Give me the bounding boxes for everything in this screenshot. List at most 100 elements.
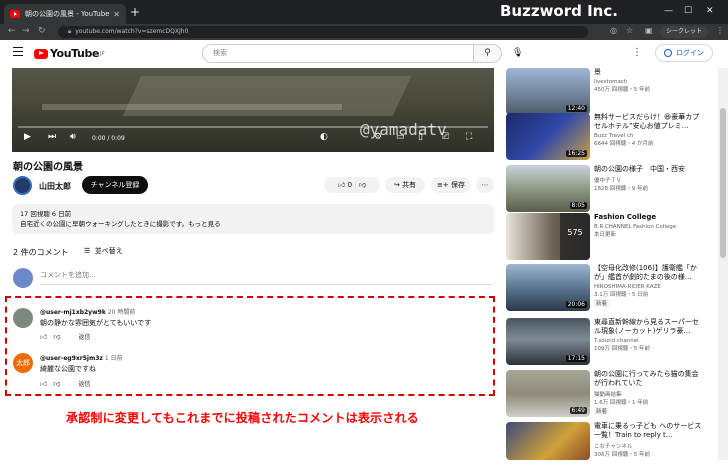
search-input[interactable]: 検索 — [202, 44, 474, 63]
autoplay-toggle-icon[interactable]: ◐ — [320, 132, 328, 142]
browser-tab[interactable]: 朝の公園の風景 - YouTube ✕ — [4, 4, 126, 24]
tab-bar: 朝の公園の風景 - YouTube ✕ + Buzzword Inc. — ☐ … — [0, 0, 728, 24]
share-button[interactable]: ↪ 共有 — [385, 177, 425, 193]
like-icon[interactable]: 👍︎ — [40, 332, 47, 341]
scrollbar-thumb[interactable] — [720, 108, 726, 258]
video-title[interactable]: 朝の公園の様子 中国・西安 — [594, 165, 702, 174]
video-frame-path — [122, 76, 412, 116]
microphone-icon[interactable]: 🎙︎ — [512, 48, 523, 58]
comment-author[interactable]: @user-mj1xb2yw9k 20 時間前 — [40, 307, 135, 316]
channel-name[interactable]: 山田太郎 — [39, 181, 71, 192]
comment-count: 2 件のコメント — [13, 248, 69, 257]
tab-close-icon[interactable]: ✕ — [113, 10, 120, 19]
channel-avatar[interactable] — [13, 176, 32, 195]
tab-title: 朝の公園の風景 - YouTube — [25, 10, 110, 18]
channel-name[interactable]: 優中子ＴＶ — [594, 176, 702, 184]
logo-text: YouTube — [50, 47, 100, 60]
video-title[interactable]: 電車に乗るっ子ども へのサービス一覧！Train to reply t… — [594, 422, 702, 440]
search-icon: ⚲ — [484, 48, 491, 58]
comment-author[interactable]: @user-eg9xr5jm3z 1 日前 — [40, 353, 123, 362]
search-button[interactable]: ⚲ — [474, 44, 502, 63]
subscribe-button[interactable]: チャンネル登録 — [82, 176, 148, 194]
related-video-item[interactable]: 電車に乗るっ子ども へのサービス一覧！Train to reply t… こなチ… — [506, 422, 702, 470]
star-icon[interactable]: ☆ — [626, 26, 633, 35]
video-duration: 17:15 — [565, 355, 587, 362]
playlist-thumbnail[interactable]: 575 — [506, 213, 590, 260]
next-icon[interactable]: ⏭ — [48, 132, 56, 142]
playlist-title[interactable]: Fashion College — [594, 213, 702, 222]
more-actions-button[interactable]: ⋯ — [476, 177, 494, 193]
reply-button[interactable]: 返信 — [78, 379, 90, 388]
forward-icon[interactable]: → — [22, 26, 30, 36]
lock-icon: 🔒︎ — [68, 28, 72, 35]
youtube-favicon-icon — [10, 10, 20, 18]
new-badge: 新着 — [594, 299, 610, 307]
video-thumbnail[interactable]: 12:40 — [506, 68, 590, 115]
video-player[interactable]: ▶ ⏭ 🔊︎ 0:00 / 0:09 ◐ ⚙ ▭ ▯ ⎚ ⛶ @yamadatv — [12, 68, 494, 152]
login-button[interactable]: ログイン — [655, 44, 713, 62]
comment-author-name: @user-mj1xb2yw9k — [40, 309, 106, 316]
video-title[interactable]: 東尋直新幹線から見るスーパーセル現象(ノーカット)ゲリラ豪… — [594, 318, 702, 336]
video-stats: 3.1万 回視聴・5 日前 — [594, 292, 649, 298]
video-thumbnail[interactable]: 17:15 — [506, 318, 590, 365]
comment-avatar[interactable] — [13, 308, 33, 328]
video-thumbnail[interactable]: 6:49 — [506, 370, 590, 417]
comment-text: 綺麗な公園ですね — [40, 365, 96, 373]
player-time: 0:00 / 0:09 — [92, 135, 125, 142]
dislike-icon[interactable]: 👎︎ — [53, 332, 60, 341]
video-title[interactable]: 無料サービスだらけ！😆豪華カプセルホテル”安心お値プレミ… — [594, 113, 702, 131]
comment-actions: 👍︎ 👎︎ 返信 — [40, 332, 90, 341]
channel-name[interactable]: こなチャンネル — [594, 442, 702, 450]
page-scrollbar[interactable] — [718, 68, 728, 460]
related-video-item[interactable]: 8:05 朝の公園の様子 中国・西安 優中子ＴＶ 1828 回視聴・9 年前 — [506, 165, 702, 213]
video-stats: 1.6万 回視聴・1 年前 — [594, 400, 649, 406]
video-duration: 20:06 — [565, 301, 587, 308]
related-playlist-item[interactable]: 575 Fashion College B.R.CHANNEL Fashion … — [506, 213, 702, 261]
minimize-icon[interactable]: — — [664, 6, 673, 16]
related-video-item[interactable]: 17:15 東尋直新幹線から見るスーパーセル現象(ノーカット)ゲリラ豪… T.s… — [506, 318, 702, 366]
like-icon[interactable]: 👍︎ — [40, 379, 47, 388]
window-close-icon[interactable]: ✕ — [706, 6, 714, 16]
comment-actions: 👍︎ 👎︎ 返信 — [40, 379, 90, 388]
video-thumbnail[interactable]: 20:06 — [506, 264, 590, 311]
video-thumbnail[interactable]: 16:25 — [506, 113, 590, 160]
video-title[interactable]: 景 — [594, 68, 702, 77]
volume-icon[interactable]: 🔊︎ — [70, 132, 76, 142]
sidepanel-icon[interactable]: ▣ — [645, 26, 653, 35]
related-video-item[interactable]: 12:40 景 livestomach 450万 回視聴・5 年前 — [506, 68, 702, 116]
new-tab-button[interactable]: + — [130, 5, 140, 19]
dislike-icon[interactable]: 👎︎ — [53, 379, 60, 388]
back-icon[interactable]: ← — [8, 26, 16, 36]
reload-icon[interactable]: ↻ — [38, 26, 46, 36]
incognito-badge[interactable]: シークレット — [660, 26, 709, 38]
channel-name[interactable]: 猫動画結集 — [594, 390, 702, 398]
youtube-logo[interactable]: YouTube JP — [34, 47, 105, 60]
related-video-item[interactable]: 6:49 朝の公園に行ってみたら猫の集会が行われていた 猫動画結集 1.6万 回… — [506, 370, 702, 418]
reply-button[interactable]: 返信 — [78, 332, 90, 341]
like-icon[interactable]: 👍︎ — [338, 181, 345, 189]
dislike-icon[interactable]: 👎︎ — [359, 181, 366, 189]
video-stats: 6644 回視聴・4 か月前 — [594, 141, 654, 147]
description-box[interactable]: 17 回視聴 6 日前 自宅近くの公園に早朝ウォーキングしたときに撮影です。もっ… — [12, 204, 494, 234]
fullscreen-icon[interactable]: ⛶ — [466, 132, 472, 142]
video-thumbnail[interactable] — [506, 422, 590, 460]
video-title[interactable]: 朝の公園に行ってみたら猫の集会が行われていた — [594, 370, 702, 388]
comment-avatar[interactable]: 太郎 — [13, 353, 33, 373]
description-text: 自宅近くの公園に早朝ウォーキングしたときに撮影です。もっと見る — [20, 220, 221, 228]
play-icon[interactable]: ▶ — [24, 132, 31, 142]
settings-menu-icon[interactable]: ⋮ — [632, 47, 642, 58]
save-button[interactable]: ≡+ 保存 — [431, 177, 471, 193]
add-comment-input[interactable]: コメントを追加... — [40, 270, 492, 285]
sort-button[interactable]: ☰ 並べ替え — [84, 246, 123, 256]
browser-menu-icon[interactable]: ⋮ — [716, 26, 724, 35]
video-thumbnail[interactable]: 8:05 — [506, 165, 590, 212]
related-video-item[interactable]: 20:06 【空母化改修(106)】護衛艦「かが」艦首が劇的たまの後の様… HI… — [506, 264, 702, 312]
hamburger-menu-icon[interactable] — [13, 47, 23, 57]
related-video-item[interactable]: 16:25 無料サービスだらけ！😆豪華カプセルホテル”安心お値プレミ… Buzz… — [506, 113, 702, 161]
video-stats: 306万 回視聴・5 年前 — [594, 452, 650, 458]
url-field[interactable]: 🔒︎ youtube.com/watch?v=szemcDQXJh0 — [58, 26, 588, 38]
like-dislike-button[interactable]: 👍︎ 0 | 👎︎ — [324, 177, 380, 193]
video-title[interactable]: 【空母化改修(106)】護衛艦「かが」艦首が劇的たまの後の様… — [594, 264, 702, 282]
eye-off-icon[interactable]: ◎ — [610, 26, 617, 35]
maximize-icon[interactable]: ☐ — [684, 6, 692, 16]
